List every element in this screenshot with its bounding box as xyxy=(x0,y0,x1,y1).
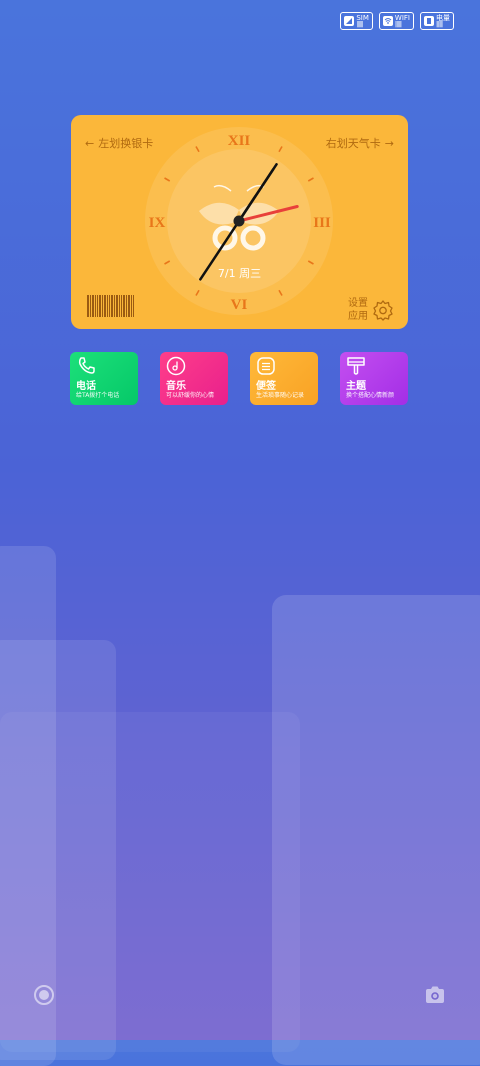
settings-label-line2: 应用 xyxy=(348,311,368,322)
theme-tile-desc: 换个搭配心情新颜 xyxy=(346,392,395,399)
barcode-icon xyxy=(87,295,134,317)
note-icon xyxy=(257,357,275,375)
sim-indicator: SIM |||||| xyxy=(340,12,373,30)
app-tiles: 电话 给TA拨打个电话 音乐 可以舒缓你的心情 便签 生活琐事随心记录 主题 换… xyxy=(70,352,408,405)
clock-center-cap xyxy=(233,215,245,227)
background-panel xyxy=(272,595,480,1065)
notes-tile-title: 便签 xyxy=(256,381,276,392)
numeral-9: IX xyxy=(149,215,166,231)
clock-card[interactable]: XII III VI IX ← 左划换银卡 右划天气卡 → 7/1 周三 设置 … xyxy=(71,115,408,329)
swipe-right-label: 右划天气卡 xyxy=(325,137,381,150)
swipe-right-hint[interactable]: 右划天气卡 → xyxy=(326,135,394,151)
sim-icon xyxy=(344,16,355,26)
arrow-left-icon: ← xyxy=(85,136,95,150)
phone-icon xyxy=(78,357,95,374)
paint-brush-icon xyxy=(347,357,365,375)
clock-date: 7/1 周三 xyxy=(217,267,262,280)
settings-label-line1: 设置 xyxy=(348,298,368,309)
theme-tile[interactable]: 主题 换个搭配心情新颜 xyxy=(340,352,408,405)
numeral-3: III xyxy=(313,215,331,231)
battery-icon xyxy=(424,16,434,26)
swipe-left-label: 左划换银卡 xyxy=(98,137,154,150)
numeral-12: XII xyxy=(228,133,251,149)
numeral-6: VI xyxy=(231,297,248,313)
camera-icon[interactable] xyxy=(424,984,446,1006)
battery-indicator: 电量 |||||| xyxy=(420,12,454,30)
signal-bars-icon: |||||| xyxy=(356,21,363,28)
theme-tile-title: 主题 xyxy=(346,381,366,392)
phone-tile[interactable]: 电话 给TA拨打个电话 xyxy=(70,352,138,405)
notes-tile-desc: 生活琐事随心记录 xyxy=(256,392,305,399)
music-tile-desc: 可以舒缓你的心情 xyxy=(166,392,215,399)
music-tile-title: 音乐 xyxy=(166,381,186,392)
notes-tile[interactable]: 便签 生活琐事随心记录 xyxy=(250,352,318,405)
music-disc-icon xyxy=(166,356,186,376)
phone-tile-title: 电话 xyxy=(76,381,96,392)
swipe-left-hint[interactable]: ← 左划换银卡 xyxy=(85,135,153,151)
status-bar: SIM |||||| WIFI |||||| 电量 |||||| xyxy=(340,12,454,30)
record-icon[interactable] xyxy=(33,984,55,1006)
wifi-indicator: WIFI |||||| xyxy=(378,12,414,30)
phone-tile-desc: 给TA拨打个电话 xyxy=(76,392,120,399)
background-panel xyxy=(0,640,116,1060)
arrow-right-icon: → xyxy=(384,136,394,150)
music-tile[interactable]: 音乐 可以舒缓你的心情 xyxy=(160,352,228,405)
wifi-icon xyxy=(382,16,393,26)
battery-bars-icon: |||||| xyxy=(436,21,443,28)
settings-app-button[interactable]: 设置 应用 xyxy=(348,297,394,323)
gear-icon xyxy=(373,300,393,321)
wifi-bars-icon: |||||| xyxy=(394,21,402,28)
